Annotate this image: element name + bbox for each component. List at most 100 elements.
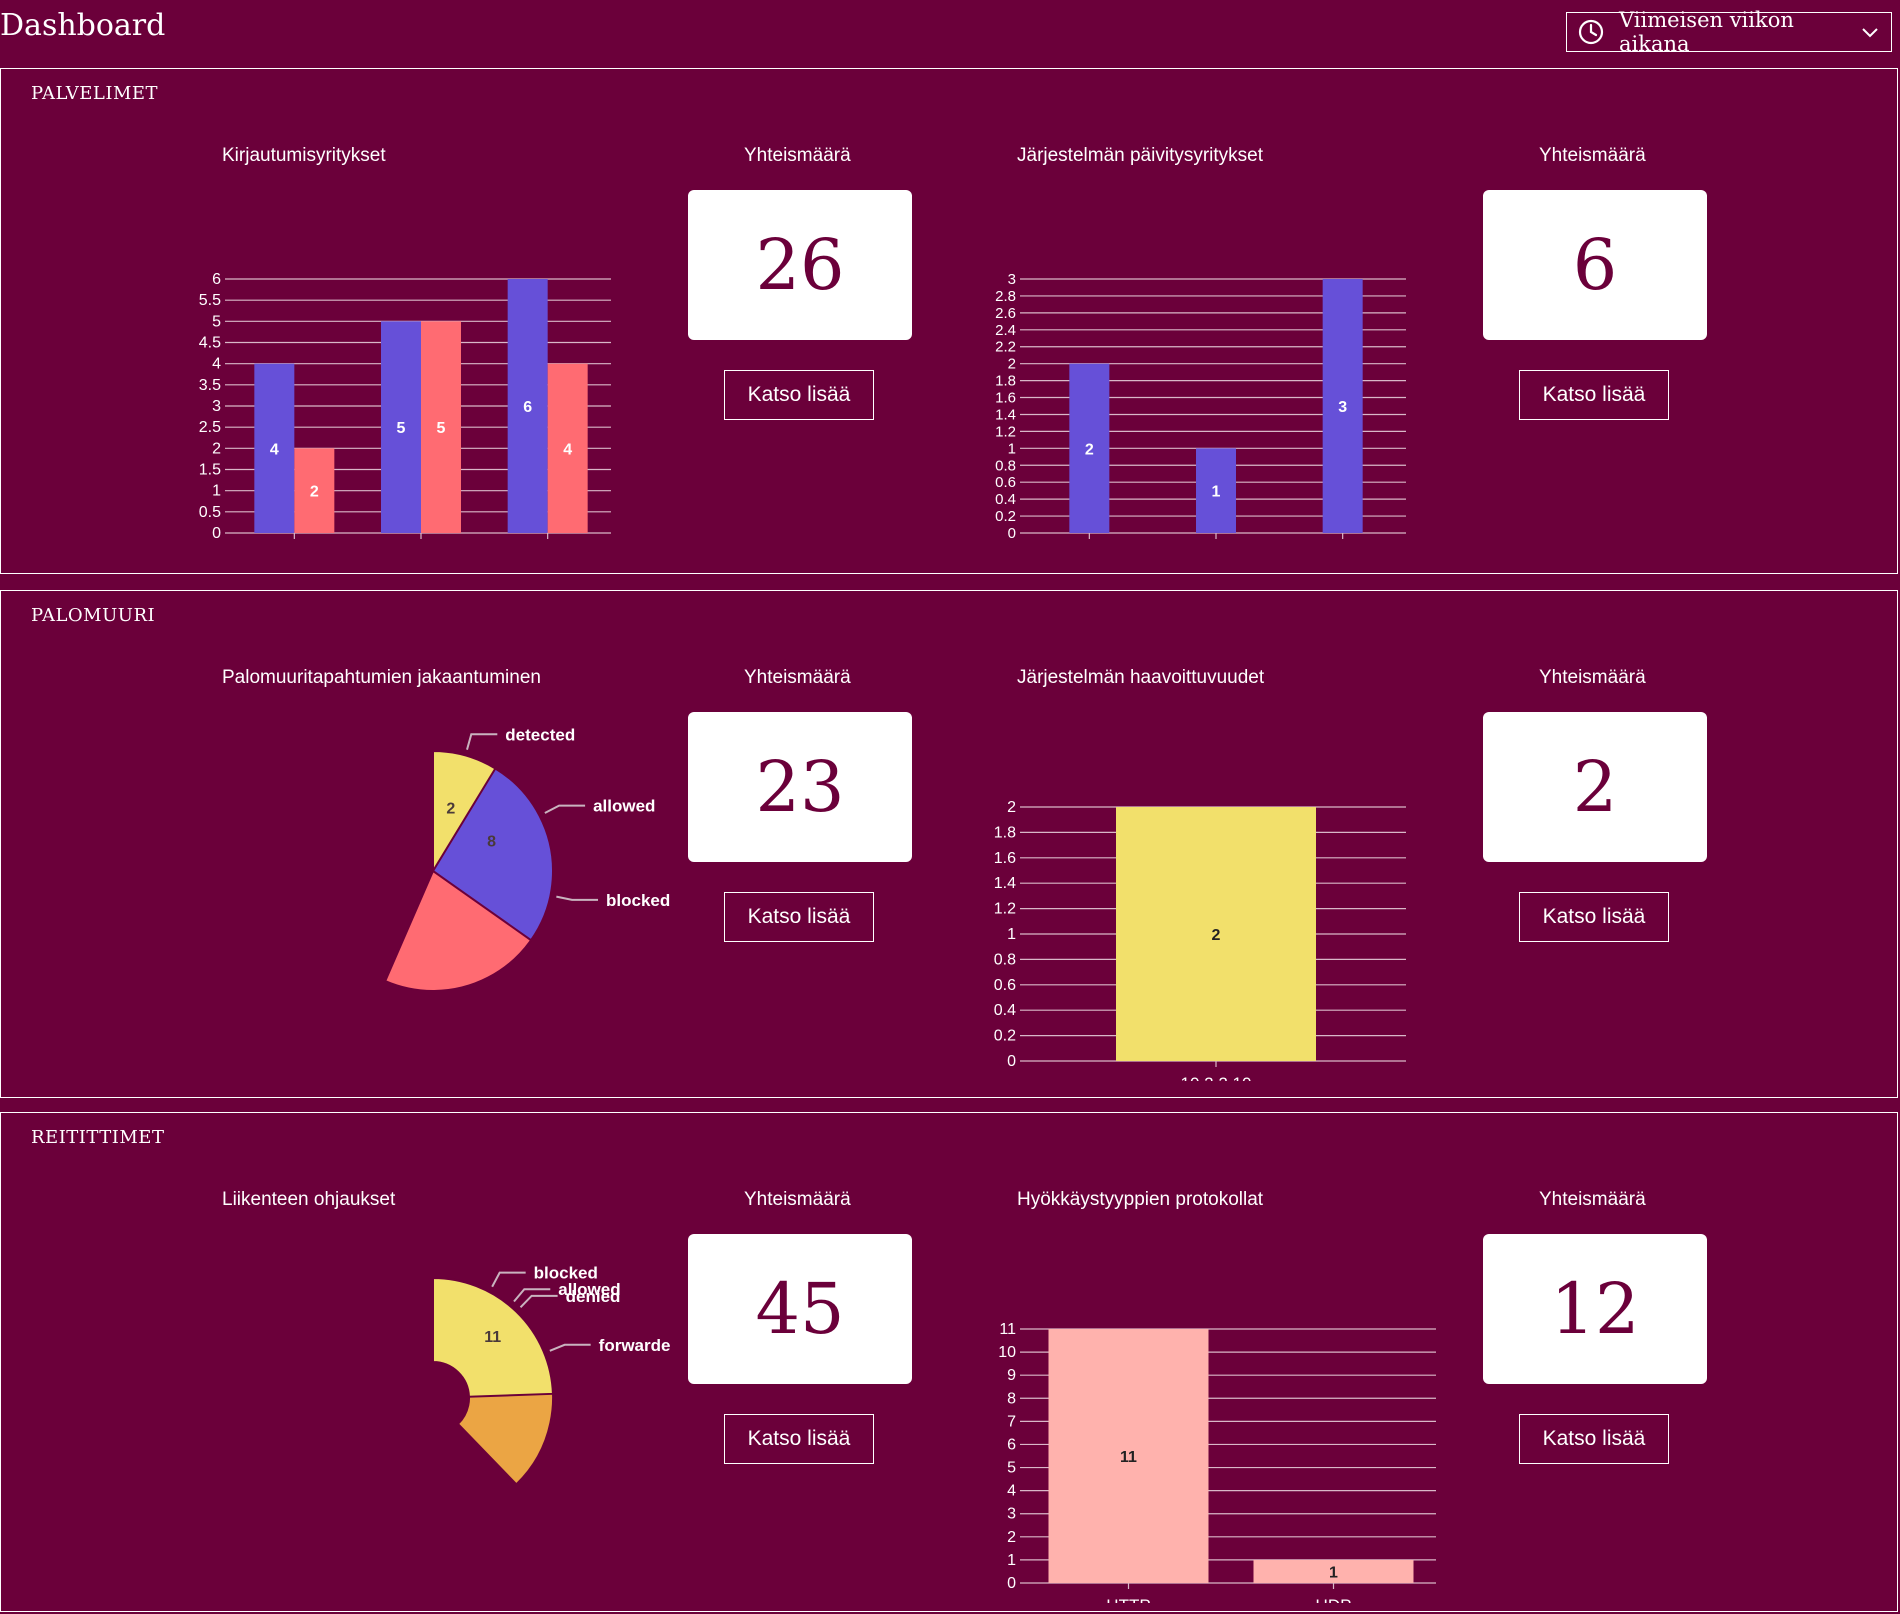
updates-chart-title: Järjestelmän päivitysyritykset xyxy=(1017,145,1264,166)
y-tick-label: 1 xyxy=(1008,440,1016,457)
y-tick-label: 1 xyxy=(1007,926,1016,943)
leader-line xyxy=(491,1271,526,1288)
y-tick-label: 0.2 xyxy=(994,1028,1016,1045)
events-more-button[interactable]: Katso lisää xyxy=(724,892,874,942)
section-title: PALVELIMET xyxy=(31,83,159,104)
x-tick-label: 10.2.2.10 xyxy=(1181,1074,1252,1081)
total-label: Yhteismäärä xyxy=(1539,145,1646,166)
y-tick-label: 0.6 xyxy=(994,977,1016,994)
y-tick-label: 0.4 xyxy=(994,1002,1016,1019)
traffic-routing-donut-chart: 17forwarded7blocked10allowed11denied xyxy=(432,1264,671,1486)
page-title: Dashboard xyxy=(0,8,166,43)
traffic-total-value: 45 xyxy=(688,1234,912,1384)
login-attempts-chart: 00.511.522.533.544.555.56server142server… xyxy=(199,271,611,539)
leader-line xyxy=(466,733,498,750)
y-tick-label: 4 xyxy=(212,356,221,373)
update-attempts-chart: 00.20.40.60.811.21.41.61.822.22.42.62.83… xyxy=(995,271,1406,539)
y-tick-label: 5 xyxy=(212,313,221,330)
bar-value-label: 2 xyxy=(1085,441,1094,458)
traffic-more-button[interactable]: Katso lisää xyxy=(724,1414,874,1464)
y-tick-label: 1.5 xyxy=(199,462,221,479)
protocols-chart-title: Hyökkäystyyppien protokollat xyxy=(1017,1189,1264,1210)
y-tick-label: 1 xyxy=(212,483,221,500)
slice-value-label: 8 xyxy=(487,834,496,851)
y-tick-label: 3 xyxy=(212,398,221,415)
time-range-select[interactable]: Viimeisen viikon aikana xyxy=(1566,8,1892,56)
y-tick-label: 0 xyxy=(1008,525,1016,539)
y-tick-label: 0.4 xyxy=(995,491,1016,508)
protocols-more-button[interactable]: Katso lisää xyxy=(1519,1414,1669,1464)
y-tick-label: 0.8 xyxy=(995,457,1016,474)
section-reitittimet: REITITTIMET Liikenteen ohjaukset 1 7 forwa… xyxy=(0,1112,1898,1612)
leader-line xyxy=(556,895,599,901)
section-palvelimet: PALVELIMET Kirjautumisyritykset 0 0.5 1 1.5… xyxy=(0,68,1898,574)
y-tick-label: 1.2 xyxy=(995,423,1016,440)
x-tick-label: HTTP xyxy=(1106,1596,1150,1603)
y-tick-label: 0 xyxy=(1007,1575,1016,1592)
chevron-down-icon xyxy=(1862,28,1878,38)
y-tick-label: 0.6 xyxy=(995,474,1016,491)
login-total-value: 26 xyxy=(688,190,912,340)
y-tick-label: 1.6 xyxy=(994,850,1016,867)
time-range-label: Viimeisen viikon aikana xyxy=(1619,8,1794,56)
y-tick-label: 2.6 xyxy=(995,305,1016,322)
y-tick-label: 5 xyxy=(1007,1460,1016,1477)
y-tick-label: 2 xyxy=(1007,1529,1016,1546)
bar-value-label: 1 xyxy=(1212,484,1221,501)
slice-name-label: denied xyxy=(566,1287,621,1306)
y-tick-label: 10 xyxy=(998,1344,1016,1361)
leader-line xyxy=(519,1294,558,1309)
vulns-chart-title: Järjestelmän haavoittuvuudet xyxy=(1017,667,1265,688)
slice-name-label: forwarded xyxy=(599,1336,671,1355)
bar-value-label: 1 xyxy=(1329,1564,1338,1581)
events-total-value: 23 xyxy=(688,712,912,862)
events-chart-title: Palomuuritapahtumien jakaantuminen xyxy=(222,667,541,688)
x-tick-label: UDP xyxy=(1316,1596,1352,1603)
y-tick-label: 2 xyxy=(1007,799,1016,816)
y-tick-label: 5.5 xyxy=(199,292,221,309)
login-chart-title: Kirjautumisyritykset xyxy=(222,145,386,166)
y-tick-label: 0 xyxy=(212,525,221,539)
y-tick-label: 2 xyxy=(1008,356,1016,373)
leader-line xyxy=(544,804,586,814)
slice-name-label: detected xyxy=(505,725,575,744)
slice-value-label: 2 xyxy=(446,800,455,817)
y-tick-label: 2.8 xyxy=(995,288,1016,305)
total-label: Yhteismäärä xyxy=(744,667,851,688)
firewall-events-pie-chart: 13blocked8allowed2detected xyxy=(383,725,670,992)
section-title: PALOMUURI xyxy=(31,605,156,626)
vulns-more-button[interactable]: Katso lisää xyxy=(1519,892,1669,942)
y-tick-label: 3.5 xyxy=(199,377,221,394)
slice-name-label: allowed xyxy=(593,797,655,816)
updates-more-button[interactable]: Katso lisää xyxy=(1519,370,1669,420)
section-palomuuri: PALOMUURI Palomuuritapahtumien jakaantum… xyxy=(0,590,1898,1098)
y-tick-label: 6 xyxy=(1007,1436,1016,1453)
y-tick-label: 0.8 xyxy=(994,951,1016,968)
y-tick-label: 6 xyxy=(212,271,221,288)
updates-total-value: 6 xyxy=(1483,190,1707,340)
y-tick-label: 1.8 xyxy=(995,373,1016,390)
y-tick-label: 3 xyxy=(1008,271,1016,288)
y-tick-label: 9 xyxy=(1007,1367,1016,1384)
y-tick-label: 1.2 xyxy=(994,901,1016,918)
y-tick-label: 11 xyxy=(999,1321,1016,1338)
y-tick-label: 1.6 xyxy=(995,390,1016,407)
bar-value-label: 2 xyxy=(1212,927,1221,944)
y-tick-label: 0 xyxy=(1007,1053,1016,1070)
y-tick-label: 2.5 xyxy=(199,419,221,436)
bar-value-label: 5 xyxy=(397,420,406,437)
y-tick-label: 3 xyxy=(1007,1506,1016,1523)
total-label: Yhteismäärä xyxy=(744,1189,851,1210)
y-tick-label: 1.8 xyxy=(994,824,1016,841)
leader-line xyxy=(549,1343,591,1352)
y-tick-label: 0.5 xyxy=(199,504,221,521)
total-label: Yhteismäärä xyxy=(744,145,851,166)
section-title: REITITTIMET xyxy=(31,1127,165,1148)
bar-value-label: 4 xyxy=(270,441,279,458)
y-tick-label: 2.4 xyxy=(995,322,1016,339)
login-more-button[interactable]: Katso lisää xyxy=(724,370,874,420)
y-tick-label: 1.4 xyxy=(995,406,1016,423)
vulns-total-value: 2 xyxy=(1483,712,1707,862)
y-tick-label: 4 xyxy=(1007,1483,1016,1500)
total-label: Yhteismäärä xyxy=(1539,667,1646,688)
